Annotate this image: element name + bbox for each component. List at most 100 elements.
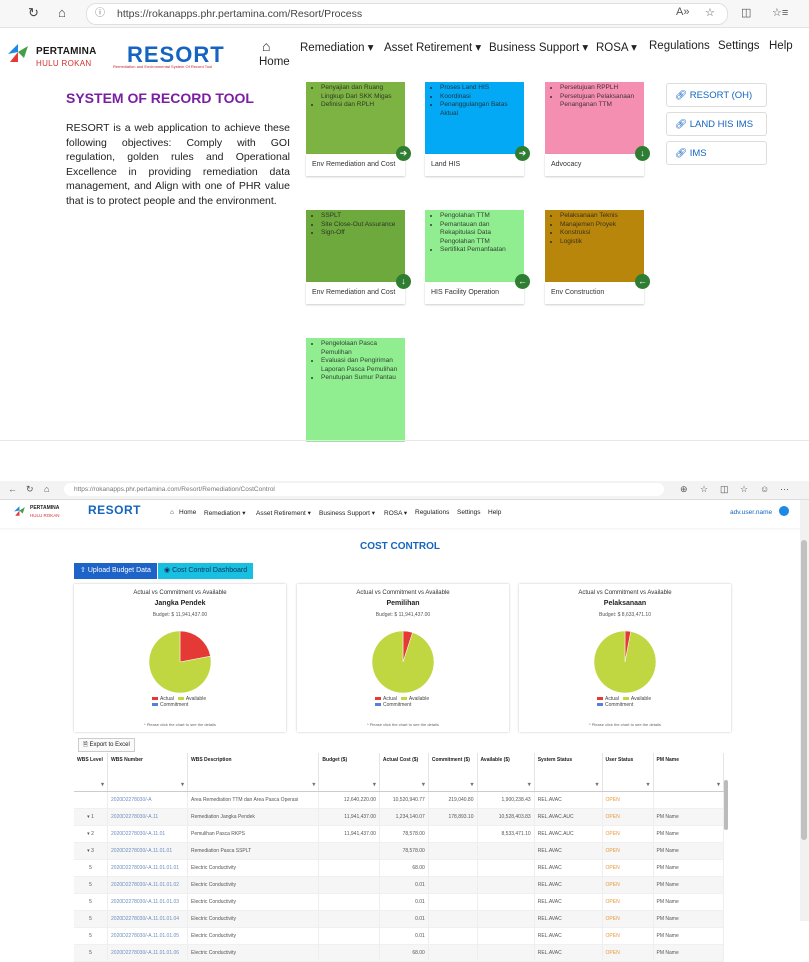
filter-icon[interactable]: ▾	[647, 781, 650, 788]
favorites-list-icon[interactable]: ☆≡	[772, 6, 788, 19]
extensions-icon[interactable]: ◫	[720, 484, 729, 495]
nav-settings[interactable]: Settings	[718, 40, 760, 52]
zoom-icon[interactable]: ⊕	[680, 484, 688, 495]
link-label: RESORT (OH)	[689, 90, 753, 101]
filter-icon[interactable]: ▾	[422, 781, 425, 788]
user-name[interactable]: adv.user.name	[730, 509, 772, 516]
filter-icon[interactable]: ▾	[528, 781, 531, 788]
user-avatar-icon[interactable]	[779, 506, 789, 516]
favorite-icon[interactable]: ☆	[705, 6, 715, 19]
process-card[interactable]: Pelaksanaan TeknisManajemen ProyekKonstr…	[545, 210, 650, 304]
nav-regulations[interactable]: Regulations	[415, 509, 449, 516]
process-card[interactable]: Persetujuan RPPLHPersetujuan Pelaksanaan…	[545, 82, 650, 176]
read-aloud-icon[interactable]: A»	[676, 6, 689, 18]
nav-help[interactable]: Help	[769, 40, 793, 52]
table-row[interactable]: 5 2020D2278030/-A.11.01.01.03 Electric Con…	[74, 893, 725, 911]
filter-icon[interactable]: ▾	[596, 781, 599, 788]
filter-icon[interactable]: ▾	[373, 781, 376, 788]
refresh-icon[interactable]: ↻	[26, 484, 34, 495]
column-header[interactable]: WBS Description ▾	[187, 753, 320, 792]
nav-settings[interactable]: Settings	[457, 509, 481, 516]
pie-slice-available[interactable]	[371, 630, 435, 694]
table-row[interactable]: 5 2020D2278030/-A.11.01.01.05 Electric Con…	[74, 927, 725, 945]
column-header[interactable]: Actual Cost ($) ▾	[379, 753, 429, 792]
nav-help[interactable]: Help	[488, 509, 501, 516]
column-header[interactable]: WBS Number ▾	[107, 753, 188, 792]
nav-regulations[interactable]: Regulations	[649, 40, 710, 52]
nav-rosa[interactable]: ROSA ▾	[384, 509, 407, 517]
table-row[interactable]: ▾ 1 2020D2278030/-A.11 Remediation Jangka …	[74, 808, 725, 826]
column-header[interactable]: PM Name ▾	[653, 753, 725, 792]
export-excel-button[interactable]: 🗎︎ Export to Excel	[78, 738, 135, 752]
link-ims[interactable]: 🔗︎ IMS	[666, 141, 767, 165]
nav-asset-retirement[interactable]: Asset Retirement ▾	[256, 509, 311, 517]
pie-chart[interactable]	[371, 630, 435, 694]
split-screen-icon[interactable]: ◫	[741, 6, 751, 19]
address-bar[interactable]: ⓘ https://rokanapps.phr.pertamina.com/Re…	[86, 3, 728, 25]
app-logo[interactable]: RESORT	[88, 503, 141, 517]
refresh-icon[interactable]: ↻	[28, 5, 39, 21]
filter-icon[interactable]: ▾	[717, 781, 720, 788]
process-card[interactable]: Penyajian dan Ruang Lingkup Dari SKK Mig…	[306, 82, 411, 176]
table-row[interactable]: 5 2020D2278030/-A.11.01.01.02 Electric Con…	[74, 876, 725, 894]
card-arrow-icon[interactable]: ➔	[515, 146, 530, 161]
filter-icon[interactable]: ▾	[181, 781, 184, 788]
process-card[interactable]: SSPLTSite Close-Out AssuranceSign-Off Env…	[306, 210, 411, 304]
page-scrollbar-thumb[interactable]	[801, 540, 807, 840]
home-icon[interactable]: ⌂	[58, 5, 66, 20]
nav-remediation[interactable]: Remediation ▾	[300, 40, 374, 54]
link-land-his-ims[interactable]: 🔗︎ LAND HIS IMS	[666, 112, 767, 136]
pie-chart-card[interactable]: Actual vs Commitment vs Available Jangka …	[74, 584, 286, 732]
home-icon[interactable]: ⌂	[44, 484, 49, 494]
more-icon[interactable]: ⋯	[780, 484, 789, 495]
profile-icon[interactable]: ☺	[760, 484, 769, 494]
nav-business-support[interactable]: Business Support ▾	[489, 40, 588, 54]
pie-chart[interactable]	[593, 630, 657, 694]
cost-dashboard-button[interactable]: ◉ Cost Control Dashboard	[158, 563, 254, 579]
card-arrow-icon[interactable]: ←	[635, 274, 650, 289]
table-row[interactable]: 2020D2278030/-A Area Remediation TTM dan …	[74, 791, 725, 809]
nav-home[interactable]: Home	[259, 56, 290, 68]
home-nav-icon[interactable]: ⌂	[170, 509, 174, 516]
nav-rosa[interactable]: ROSA ▾	[596, 40, 637, 54]
upload-budget-button[interactable]: ⇧ Upload Budget Data	[74, 563, 157, 579]
favorite-icon[interactable]: ☆	[700, 484, 708, 495]
nav-asset-retirement[interactable]: Asset Retirement ▾	[384, 40, 481, 54]
link-resort-oh[interactable]: 🔗︎ RESORT (OH)	[666, 83, 767, 107]
nav-remediation[interactable]: Remediation ▾	[204, 509, 246, 517]
table-row[interactable]: ▾ 3 2020D2278030/-A.11.01.01 Remediation P…	[74, 842, 725, 860]
nav-business-support[interactable]: Business Support ▾	[319, 509, 375, 517]
chart-note: * Please click the chart to see the deta…	[589, 722, 661, 727]
card-arrow-icon[interactable]: ←	[515, 274, 530, 289]
process-card[interactable]: Pengelolaan Pasca PemulihanEvaluasi dan …	[306, 338, 405, 442]
process-card[interactable]: Proses Land HISKoordinasiPenanggulangan …	[425, 82, 530, 176]
back-icon[interactable]: ←	[8, 484, 17, 494]
column-header[interactable]: WBS Level ▾	[74, 753, 109, 792]
table-row[interactable]: 5 2020D2278030/-A.11.01.01.04 Electric Con…	[74, 910, 725, 928]
pie-slice-available[interactable]	[593, 630, 657, 694]
filter-icon[interactable]: ▾	[101, 781, 104, 788]
column-header[interactable]: User Status ▾	[602, 753, 654, 792]
process-card[interactable]: Pengolahan TTMPemantauan dan Rekapitulas…	[425, 210, 530, 304]
pie-chart[interactable]	[148, 630, 212, 694]
card-label: Env Remediation and Cost	[312, 161, 396, 168]
card-arrow-icon[interactable]: ↓	[396, 274, 411, 289]
column-header[interactable]: Available ($) ▾	[477, 753, 535, 792]
pie-chart-card[interactable]: Actual vs Commitment vs Available Pelaksa…	[519, 584, 731, 732]
card-arrow-icon[interactable]: ➔	[396, 146, 411, 161]
table-row[interactable]: 5 2020D2278030/-A.11.01.01.01 Electric Con…	[74, 859, 725, 877]
column-header[interactable]: System Status ▾	[534, 753, 603, 792]
table-scrollbar[interactable]	[724, 780, 728, 830]
card-arrow-icon[interactable]: ↓	[635, 146, 650, 161]
home-nav-icon[interactable]: ⌂	[262, 38, 270, 54]
pie-chart-card[interactable]: Actual vs Commitment vs Available Pemilih…	[297, 584, 509, 732]
collections-icon[interactable]: ☆	[740, 484, 748, 495]
table-row[interactable]: 5 2020D2278030/-A.11.01.01.06 Electric Con…	[74, 944, 725, 962]
column-header[interactable]: Commitment ($) ▾	[428, 753, 478, 792]
table-row[interactable]: ▾ 2 2020D2278030/-A.11.01 Pemulihan Pasca …	[74, 825, 725, 843]
filter-icon[interactable]: ▾	[470, 781, 473, 788]
nav-home[interactable]: Home	[179, 509, 196, 516]
address-bar-2[interactable]: https://rokanapps.phr.pertamina.com/Reso…	[64, 483, 664, 496]
filter-icon[interactable]: ▾	[312, 781, 315, 788]
column-header[interactable]: Budget ($) ▾	[318, 753, 380, 792]
